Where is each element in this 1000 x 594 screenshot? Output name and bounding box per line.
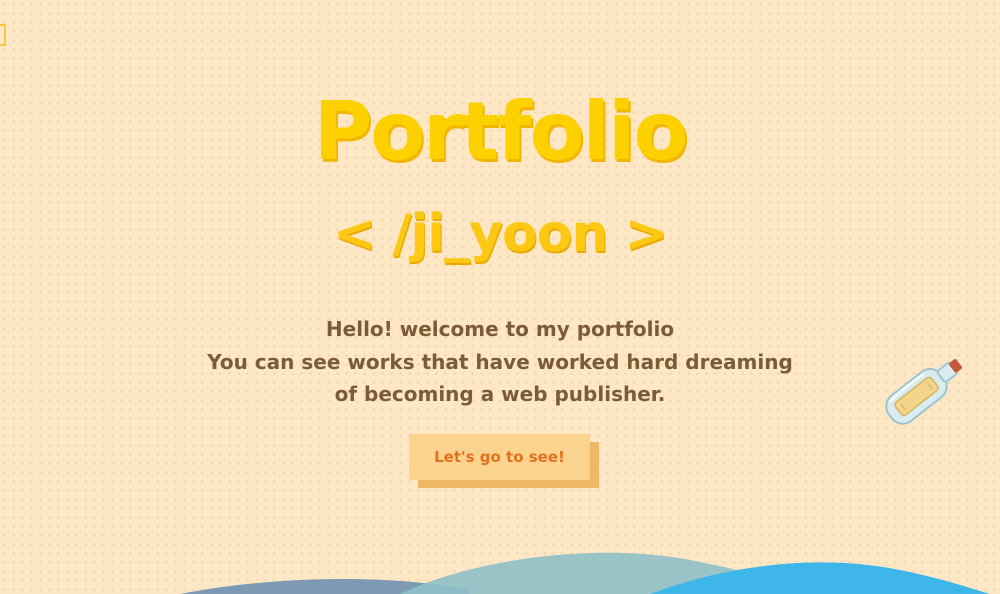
intro-text: Hello! welcome to my portfolio You can s… [0,313,1000,411]
intro-line-2: You can see works that have worked hard … [207,349,793,374]
ocean-waves-decoration [180,552,990,594]
intro-line-1: Hello! welcome to my portfolio [325,317,675,341]
corner-frame-decoration [0,24,6,46]
page-title: Portfolio [313,85,689,178]
page-subtitle: < /ji_yoon > [332,204,668,264]
message-in-a-bottle-icon [885,359,962,425]
lets-go-button[interactable]: Let's go to see! [409,434,590,480]
intro-line-3: of becoming a web publisher. [334,382,666,406]
